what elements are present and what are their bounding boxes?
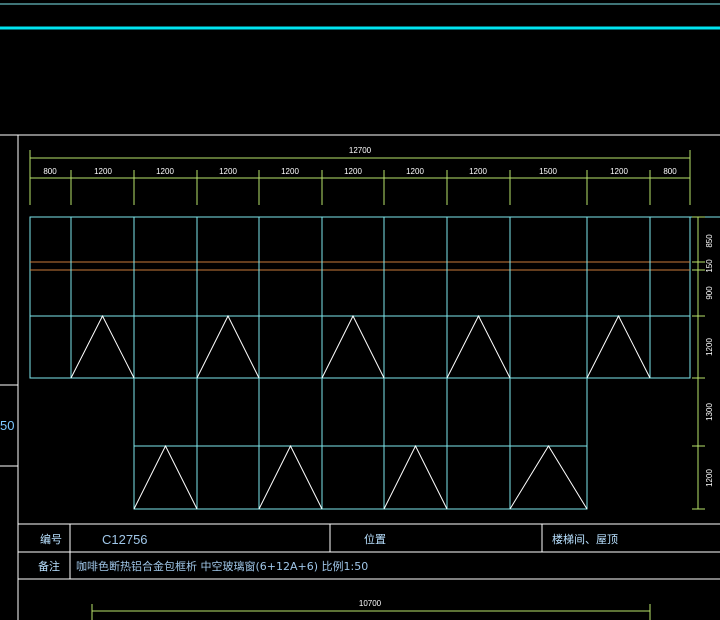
- overall-dimension: 12700: [29, 146, 691, 185]
- bay-label-4: 1200: [219, 167, 237, 176]
- overall-width-label: 12700: [349, 146, 372, 155]
- window-elevation: [29, 216, 691, 510]
- casement-vents: [70, 314, 651, 510]
- bay-label-1: 800: [43, 167, 57, 176]
- row-height-label-6: 1200: [705, 469, 714, 487]
- vent-triangle-8: [509, 445, 588, 510]
- vent-triangle-0: [70, 314, 135, 379]
- bay-label-5: 1200: [281, 167, 299, 176]
- location-value: 楼梯间、屋顶: [552, 532, 618, 546]
- row-height-label-4: 1200: [705, 338, 714, 356]
- row-height-label-2: 150: [705, 259, 714, 273]
- mullions: [70, 217, 651, 509]
- bay-label-11: 800: [663, 167, 677, 176]
- vent-triangle-2: [321, 314, 385, 379]
- row-height-label-3: 900: [705, 286, 714, 300]
- vent-triangle-7: [383, 444, 448, 510]
- upper-frame: [29, 216, 691, 379]
- code-value: C12756: [102, 532, 148, 547]
- bottom-dimension-label: 10700: [359, 599, 382, 608]
- bay-label-9: 1500: [539, 167, 557, 176]
- bay-label-3: 1200: [156, 167, 174, 176]
- row-height-label-1: 850: [705, 234, 714, 248]
- bay-dimension-labels: 800 1200 1200 1200 1200 1200 1200 1200 1…: [43, 167, 677, 176]
- vent-triangle-1: [196, 314, 260, 379]
- lower-frame: [133, 377, 588, 510]
- bay-label-7: 1200: [406, 167, 424, 176]
- row-height-label-5: 1300: [705, 403, 714, 421]
- code-label: 编号: [40, 532, 62, 546]
- partial-left-label: 50: [0, 418, 14, 433]
- cad-drawing: 50 12700 800 1200 1200 1200 1200 1200 12…: [0, 3, 720, 620]
- bay-label-6: 1200: [344, 167, 362, 176]
- vent-triangle-6: [258, 444, 323, 510]
- bay-label-8: 1200: [469, 167, 487, 176]
- bottom-dimension: 10700: [91, 599, 651, 620]
- vent-triangle-5: [133, 444, 198, 510]
- location-label: 位置: [364, 532, 386, 546]
- notes-value: 咖啡色断热铝合金包框析 中空玻璃窗(6+12A+6) 比例1:50: [76, 559, 368, 573]
- bay-label-2: 1200: [94, 167, 112, 176]
- notes-label: 备注: [38, 559, 60, 573]
- bay-label-10: 1200: [610, 167, 628, 176]
- vent-triangle-4: [586, 314, 651, 379]
- vent-triangle-3: [446, 314, 511, 379]
